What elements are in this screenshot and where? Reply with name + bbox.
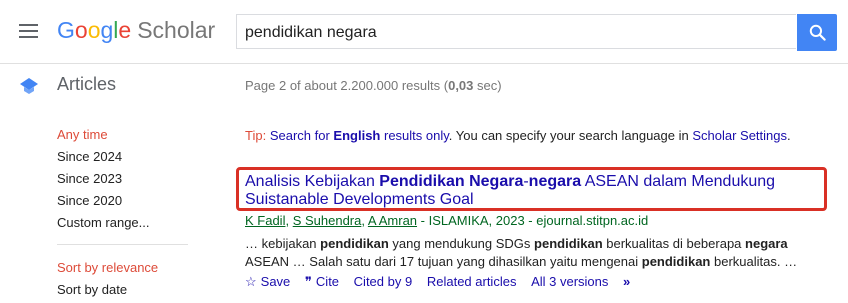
result-authors: K Fadil, S Suhendra, A Amran - ISLAMIKA,… (245, 213, 649, 228)
logo-letter: o (87, 17, 101, 43)
filter-since-2023[interactable]: Since 2023 (57, 171, 122, 186)
title-part: Analisis Kebijakan (245, 173, 380, 190)
result-title-link[interactable]: Analisis Kebijakan Pendidikan Negara-neg… (245, 173, 820, 209)
snippet-part: ASEAN … Salah satu dari 17 tujuan yang d… (245, 254, 642, 269)
author-link[interactable]: K Fadil (245, 213, 285, 228)
results-time: 0,03 (448, 78, 474, 93)
scholar-settings-link[interactable]: Scholar Settings (692, 128, 787, 143)
english-only-link[interactable]: Search for English results only (270, 128, 449, 143)
header: Google Scholar pendidikan negara (0, 0, 848, 63)
save-button[interactable]: ☆ Save (245, 274, 290, 290)
cite-label: Cite (315, 274, 340, 289)
snippet-part: yang mendukung SDGs (388, 236, 535, 251)
versions-link[interactable]: All 3 versions (531, 274, 608, 289)
filter-custom-range[interactable]: Custom range... (57, 215, 150, 230)
sidebar-divider (57, 244, 188, 245)
filter-any-time[interactable]: Any time (57, 127, 108, 142)
author-link[interactable]: S Suhendra (293, 213, 362, 228)
snippet-part: berkualitas. … (710, 254, 798, 269)
logo-product: Scholar (137, 17, 216, 43)
snippet-part: … kebijakan (245, 236, 321, 251)
sort-by-date[interactable]: Sort by date (57, 282, 127, 297)
filter-since-2020[interactable]: Since 2020 (57, 193, 122, 208)
save-label: Save (260, 274, 291, 289)
title-part: negara (528, 173, 582, 190)
result-actions: ☆ Save ❞ Cite Cited by 9 Related articles … (245, 274, 641, 290)
results-prefix: Page 2 of about 2.200.000 results ( (245, 78, 449, 93)
logo-letter: o (74, 17, 88, 43)
snippet-part: berkualitas di beberapa (602, 236, 746, 251)
result-source: - ISLAMIKA, 2023 - ejournal.stitpn.ac.id (417, 213, 649, 228)
filter-since-2024[interactable]: Since 2024 (57, 149, 122, 164)
title-part: Pendidikan Negara (379, 173, 524, 190)
snippet-part: pendidikan (534, 236, 603, 251)
logo-letter: e (118, 17, 132, 43)
result-snippet: … kebijakan pendidikan yang mendukung SD… (245, 235, 805, 271)
snippet-part: pendidikan (320, 236, 389, 251)
section-bar: Articles Page 2 of about 2.200.000 resul… (0, 64, 848, 107)
search-input[interactable]: pendidikan negara (236, 14, 796, 49)
star-icon: ☆ (245, 274, 257, 289)
sort-by-relevance[interactable]: Sort by relevance (57, 260, 158, 275)
tip-text: . (787, 128, 791, 143)
google-scholar-logo[interactable]: Google Scholar (57, 16, 215, 44)
results-suffix: sec) (473, 78, 502, 93)
logo-letter: G (57, 17, 75, 43)
more-icon[interactable]: » (623, 274, 630, 289)
tip-link-bold: English (333, 128, 381, 143)
results-count: Page 2 of about 2.200.000 results (0,03 … (245, 78, 502, 93)
tip-link-text: Search for (269, 128, 334, 143)
section-title[interactable]: Articles (57, 74, 116, 95)
cited-by-link[interactable]: Cited by 9 (354, 274, 413, 289)
language-tip: Tip: Search for English results only. Yo… (245, 128, 791, 143)
articles-icon (20, 78, 38, 94)
search-icon (809, 24, 826, 41)
snippet-part: negara (745, 236, 788, 251)
snippet-part: pendidikan (641, 254, 711, 269)
search-button[interactable] (797, 14, 837, 51)
related-articles-link[interactable]: Related articles (427, 274, 517, 289)
tip-text: . You can specify your search language i… (448, 128, 693, 143)
cite-button[interactable]: ❞ Cite (305, 274, 339, 290)
menu-icon[interactable] (19, 24, 39, 40)
tip-label: Tip: (245, 128, 267, 143)
logo-letter: g (100, 17, 114, 43)
tip-link-text: results only (380, 128, 449, 143)
quote-icon: ❞ (304, 274, 312, 289)
author-link[interactable]: A Amran (368, 213, 417, 228)
